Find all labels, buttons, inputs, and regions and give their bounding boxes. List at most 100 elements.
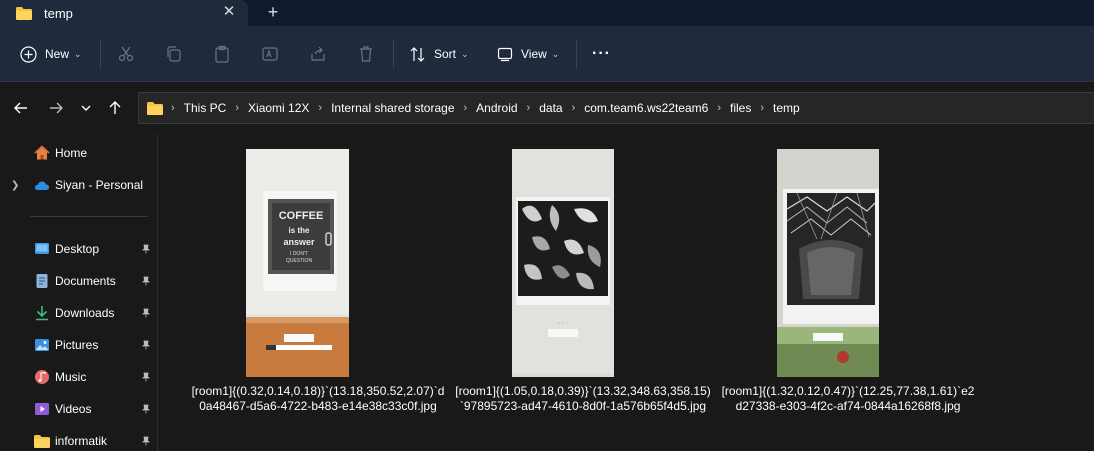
- sidebar-item-music[interactable]: Music: [0, 364, 158, 390]
- sidebar-item-label: Downloads: [55, 306, 115, 320]
- file-item[interactable]: ~ ~ ~ [room1]{(1.05,0.18,0.39)}`(13.32,3…: [443, 134, 723, 434]
- sidebar-item-label: Videos: [55, 402, 92, 416]
- svg-text:is the: is the: [289, 226, 310, 235]
- chevron-down-icon: ⌄: [74, 48, 82, 59]
- documents-icon: [36, 274, 48, 288]
- chevron-right-icon: ›: [318, 102, 323, 114]
- chevron-right-icon: ›: [171, 102, 175, 114]
- sort-button[interactable]: Sort ⌄: [409, 39, 469, 69]
- title-bar: temp ✕ +: [0, 0, 1094, 26]
- pin-icon: [142, 244, 150, 254]
- sort-icon: [410, 46, 425, 62]
- breadcrumb-data[interactable]: data: [539, 101, 562, 115]
- breadcrumb-android[interactable]: Android: [476, 101, 517, 115]
- coffee-poster-thumbnail: COFFEE is the answer I DON'T QUESTION: [246, 149, 349, 377]
- sidebar-item-informatik[interactable]: informatik: [0, 428, 158, 451]
- plus-circle-icon: [20, 45, 37, 63]
- sidebar-item-label: Music: [55, 370, 87, 384]
- forward-button[interactable]: [45, 97, 67, 119]
- paste-button[interactable]: [213, 39, 231, 69]
- copy-button[interactable]: [165, 39, 183, 69]
- navigation-pane: Home ❯ Siyan - Personal Desktop Document…: [0, 134, 158, 451]
- pin-icon: [142, 340, 150, 350]
- svg-text:answer: answer: [283, 237, 315, 247]
- back-button[interactable]: [10, 97, 32, 119]
- pin-icon: [142, 372, 150, 382]
- file-name: [room1]{(0.32,0.14,0.18)}`(13.18,350.52,…: [178, 384, 458, 414]
- sidebar-item-home[interactable]: Home: [0, 140, 158, 166]
- chevron-right-icon: ›: [717, 102, 721, 114]
- command-bar: New ⌄ Sort ⌄ View ⌄ ···: [0, 26, 1094, 82]
- chevron-right-icon: ›: [526, 102, 531, 114]
- share-button[interactable]: [309, 39, 327, 69]
- trash-icon: [360, 46, 372, 62]
- divider: [393, 40, 394, 68]
- sort-label: Sort: [434, 47, 457, 61]
- recent-locations-button[interactable]: [75, 97, 97, 119]
- desktop-icon: [35, 243, 49, 254]
- arrow-right-icon: [50, 102, 63, 114]
- new-tab-button[interactable]: +: [263, 2, 283, 22]
- breadcrumb-package[interactable]: com.team6.ws22team6: [584, 101, 708, 115]
- videos-icon: [35, 403, 49, 415]
- pictures-icon: [35, 339, 49, 351]
- pin-icon: [142, 276, 150, 286]
- sidebar-item-documents[interactable]: Documents: [0, 268, 158, 294]
- svg-text:~ ~ ~: ~ ~ ~: [557, 321, 569, 327]
- rename-button[interactable]: [261, 39, 279, 69]
- sidebar-item-label: Siyan - Personal: [55, 178, 144, 192]
- copy-icon: [167, 46, 181, 62]
- structure-poster-thumbnail: [777, 149, 879, 377]
- file-name-line: [room1]{(1.05,0.18,0.39)}`(13.32,348.63,…: [455, 384, 711, 398]
- breadcrumb-device[interactable]: Xiaomi 12X: [248, 101, 309, 115]
- chevron-right-icon: ›: [463, 102, 468, 114]
- rename-icon: [262, 47, 278, 61]
- plants-poster-thumbnail: ~ ~ ~: [512, 149, 614, 377]
- share-icon: [311, 46, 325, 61]
- tab-title: temp: [44, 5, 73, 21]
- arrow-up-icon: [109, 101, 121, 114]
- address-bar[interactable]: › This PC › Xiaomi 12X › Internal shared…: [138, 92, 1094, 124]
- sidebar-item-desktop[interactable]: Desktop: [0, 236, 158, 262]
- more-options-button[interactable]: ···: [592, 39, 611, 69]
- file-name-line: `97895723-ad47-4610-8d0f-1a576b65f4d5.jp…: [459, 399, 707, 413]
- music-icon: [35, 370, 49, 384]
- divider: [576, 40, 577, 68]
- svg-text:QUESTION: QUESTION: [286, 258, 313, 264]
- file-item[interactable]: [room1]{(1.32,0.12,0.47)}`(12.25,77.38,1…: [708, 134, 988, 434]
- new-button[interactable]: New ⌄: [20, 39, 82, 69]
- cut-button[interactable]: [117, 39, 135, 69]
- svg-text:I DON'T: I DON'T: [290, 251, 308, 257]
- breadcrumb-temp[interactable]: temp: [773, 101, 800, 115]
- file-item[interactable]: COFFEE is the answer I DON'T QUESTION [r…: [178, 134, 458, 434]
- file-name-line: d27338-e303-4f2c-af74-0844a16268f8.jpg: [735, 399, 961, 413]
- delete-button[interactable]: [357, 39, 375, 69]
- home-icon: [34, 145, 50, 160]
- file-name: [room1]{(1.05,0.18,0.39)}`(13.32,348.63,…: [443, 384, 723, 414]
- sidebar-item-pictures[interactable]: Pictures: [0, 332, 158, 358]
- file-name: [room1]{(1.32,0.12,0.47)}`(12.25,77.38,1…: [708, 384, 988, 414]
- cloud-icon: [35, 181, 49, 190]
- close-tab-icon[interactable]: ✕: [220, 3, 238, 21]
- file-name-line: [room1]{(1.32,0.12,0.47)}`(12.25,77.38,1…: [721, 384, 975, 398]
- folder-icon: [147, 101, 163, 115]
- sidebar-item-onedrive[interactable]: ❯ Siyan - Personal: [0, 172, 158, 198]
- sidebar-item-videos[interactable]: Videos: [0, 396, 158, 422]
- tab-temp[interactable]: temp ✕: [0, 0, 248, 26]
- pane-divider[interactable]: [157, 134, 158, 451]
- folder-icon: [16, 6, 32, 20]
- sidebar-item-label: informatik: [55, 434, 108, 448]
- view-label: View: [521, 47, 547, 61]
- chevron-right-icon[interactable]: ❯: [11, 180, 19, 191]
- sidebar-item-label: Desktop: [55, 242, 100, 256]
- up-button[interactable]: [104, 97, 126, 119]
- breadcrumb-storage[interactable]: Internal shared storage: [331, 101, 454, 115]
- file-name-line: 0a48467-d5a6-4722-b483-e14e38c33c0f.jpg: [199, 399, 437, 413]
- view-icon: [497, 47, 513, 62]
- sidebar-item-downloads[interactable]: Downloads: [0, 300, 158, 326]
- breadcrumb-files[interactable]: files: [730, 101, 751, 115]
- view-button[interactable]: View ⌄: [497, 39, 559, 69]
- breadcrumb-this-pc[interactable]: This PC: [184, 101, 227, 115]
- breadcrumb: › This PC › Xiaomi 12X › Internal shared…: [169, 101, 800, 115]
- folder-icon: [34, 434, 50, 448]
